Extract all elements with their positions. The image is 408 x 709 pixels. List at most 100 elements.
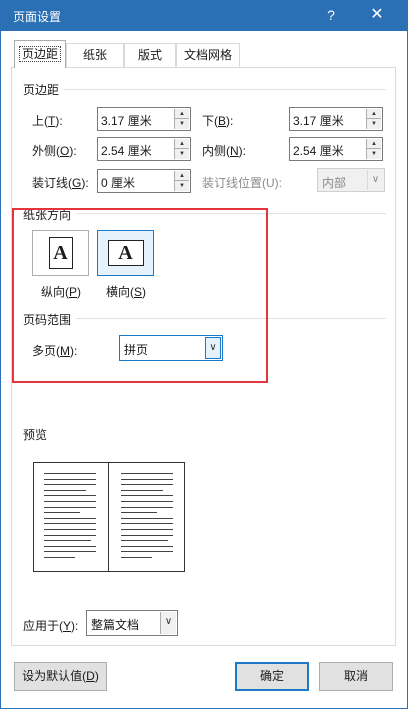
portrait-label: 纵向(P) <box>41 285 82 299</box>
tab-paper-label: 纸张 <box>82 48 107 62</box>
preview-text-line <box>121 551 173 553</box>
tab-document-grid[interactable]: 文档网格 <box>176 43 240 67</box>
gutter-position-dropdown: 内部 ∨ <box>317 168 385 192</box>
margins-group-label: 页边距 <box>23 83 60 97</box>
preview-text-line <box>121 506 173 508</box>
preview-text-line <box>44 534 96 536</box>
tab-margins[interactable]: 页边距 <box>14 40 66 68</box>
preview-text-line <box>44 540 91 542</box>
spin-up-icon[interactable]: ▲ <box>175 171 189 181</box>
preview-text-line <box>121 545 173 547</box>
inside-margin-value[interactable]: 2.54 厘米 <box>293 142 344 159</box>
outside-margin-value[interactable]: 2.54 厘米 <box>101 142 152 159</box>
tab-layout[interactable]: 版式 <box>124 43 176 67</box>
preview-text-line <box>44 551 96 553</box>
dialog-title: 页面设置 <box>13 10 62 24</box>
preview-text-line <box>44 557 76 558</box>
tab-document-grid-label: 文档网格 <box>183 48 232 62</box>
preview-text-line <box>121 495 173 497</box>
tab-margins-label: 页边距 <box>18 46 61 62</box>
preview-text-line <box>44 545 96 547</box>
preview-text-line <box>44 517 96 519</box>
preview-left-page <box>34 463 109 571</box>
close-button[interactable]: ✕ <box>363 4 391 26</box>
spin-up-icon[interactable]: ▲ <box>367 109 381 119</box>
spin-down-icon[interactable]: ▼ <box>175 149 189 159</box>
preview-text-line <box>121 478 173 480</box>
preview-right-page <box>109 463 184 571</box>
preview-text-line <box>44 473 96 474</box>
set-default-button[interactable]: 设为默认值(D) <box>14 662 107 691</box>
orientation-separator <box>76 213 386 214</box>
preview-text-line <box>121 540 168 542</box>
chevron-down-icon: ∨ <box>367 170 383 190</box>
portrait-button[interactable]: A <box>32 230 89 276</box>
portrait-page-icon: A <box>48 237 73 269</box>
margins-separator <box>64 89 386 90</box>
bottom-margin-spinner[interactable]: 3.17 厘米 ▲ ▼ <box>289 107 383 131</box>
bottom-margin-label: 下(B): <box>202 114 234 128</box>
multiple-pages-label: 多页(M): <box>32 344 78 358</box>
preview-text-line <box>121 484 173 486</box>
preview-text-line <box>44 501 96 502</box>
cancel-button[interactable]: 取消 <box>319 662 393 691</box>
pages-group-label: 页码范围 <box>23 313 72 327</box>
preview-text-line <box>121 512 158 514</box>
gutter-value[interactable]: 0 厘米 <box>101 174 135 191</box>
preview-text-line <box>121 534 173 536</box>
preview-text-line <box>121 489 163 491</box>
top-margin-spinner[interactable]: 3.17 厘米 ▲ ▼ <box>97 107 191 131</box>
spin-up-icon[interactable]: ▲ <box>367 139 381 149</box>
preview-text-line <box>44 529 96 530</box>
preview-text-line <box>44 478 96 480</box>
spin-down-icon[interactable]: ▼ <box>175 119 189 129</box>
preview-text-line <box>121 529 173 530</box>
spin-down-icon[interactable]: ▼ <box>175 181 189 191</box>
multiple-pages-value[interactable]: 拼页 <box>124 341 148 358</box>
preview-thumbnail <box>33 462 185 572</box>
preview-text-line <box>121 501 173 502</box>
apply-to-dropdown[interactable]: 整篇文档 ∨ <box>86 610 178 636</box>
preview-text-line <box>121 557 153 558</box>
landscape-label: 横向(S) <box>106 285 147 299</box>
preview-text-line <box>44 489 86 491</box>
preview-text-line <box>121 517 173 519</box>
outside-margin-spinner[interactable]: 2.54 厘米 ▲ ▼ <box>97 137 191 161</box>
ok-button[interactable]: 确定 <box>235 662 309 691</box>
tab-paper[interactable]: 纸张 <box>66 43 124 67</box>
window-border-left <box>0 31 1 709</box>
inside-margin-label: 内侧(N): <box>202 144 247 158</box>
chevron-down-icon[interactable]: ∨ <box>205 337 221 359</box>
pages-separator <box>76 318 386 319</box>
gutter-position-value: 内部 <box>322 176 347 190</box>
title-bar: 页面设置 ? ✕ <box>0 0 408 31</box>
gutter-position-label: 装订线位置(U): <box>202 176 282 190</box>
preview-text-line <box>44 495 96 497</box>
apply-to-label: 应用于(Y): <box>23 619 79 633</box>
landscape-button[interactable]: A <box>97 230 154 276</box>
chevron-down-icon[interactable]: ∨ <box>160 612 176 634</box>
tab-layout-label: 版式 <box>137 48 162 62</box>
inside-margin-spinner[interactable]: 2.54 厘米 ▲ ▼ <box>289 137 383 161</box>
apply-to-value[interactable]: 整篇文档 <box>91 616 139 633</box>
multiple-pages-dropdown[interactable]: 拼页 ∨ <box>119 335 223 361</box>
landscape-page-icon: A <box>107 240 144 266</box>
spin-up-icon[interactable]: ▲ <box>175 109 189 119</box>
top-margin-label: 上(T): <box>32 114 63 128</box>
preview-group-label: 预览 <box>23 428 48 442</box>
preview-text-line <box>44 523 96 525</box>
spin-down-icon[interactable]: ▼ <box>367 119 381 129</box>
preview-text-line <box>121 473 173 474</box>
top-margin-value[interactable]: 3.17 厘米 <box>101 112 152 129</box>
preview-text-line <box>44 512 81 514</box>
gutter-spinner[interactable]: 0 厘米 ▲ ▼ <box>97 169 191 193</box>
preview-text-line <box>44 506 96 508</box>
spin-up-icon[interactable]: ▲ <box>175 139 189 149</box>
bottom-margin-value[interactable]: 3.17 厘米 <box>293 112 344 129</box>
spin-down-icon[interactable]: ▼ <box>367 149 381 159</box>
preview-text-line <box>121 523 173 525</box>
gutter-label: 装订线(G): <box>32 176 89 190</box>
help-button[interactable]: ? <box>318 5 344 25</box>
orientation-group-label: 纸张方向 <box>23 208 72 222</box>
preview-text-line <box>44 484 96 486</box>
